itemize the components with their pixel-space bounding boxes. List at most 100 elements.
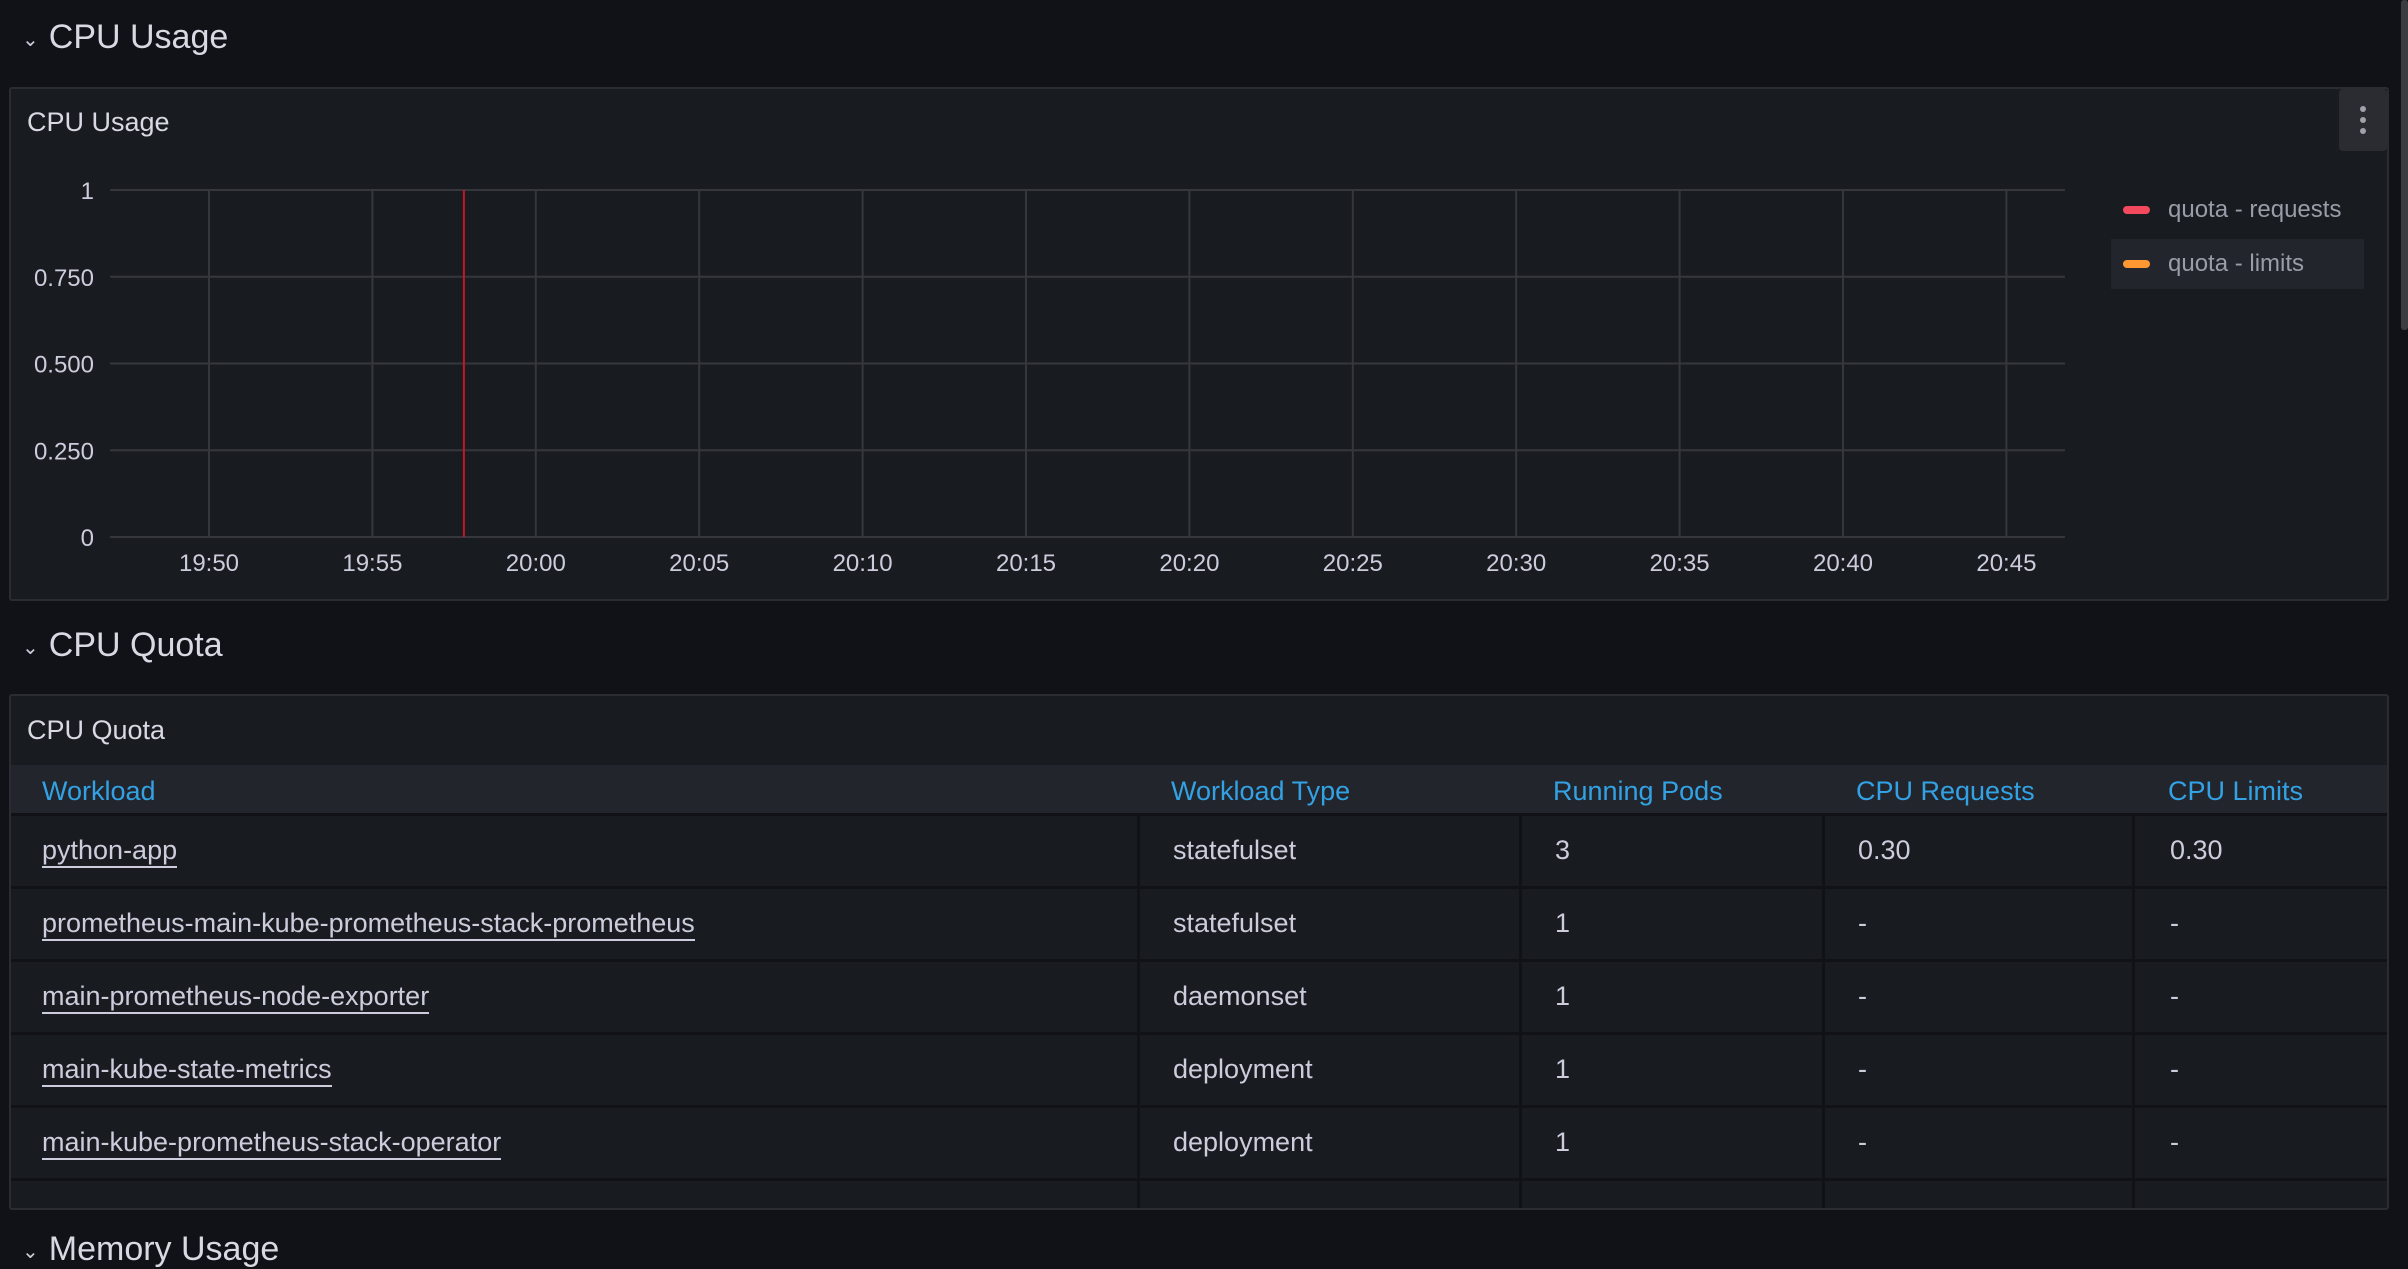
cell-cpu-requests: - [1858,981,1867,1011]
x-tick-label: 20:30 [1486,550,1546,577]
column-divider [1822,889,1825,959]
legend-label: quota - requests [2168,196,2342,223]
workload-link[interactable]: main-kube-state-metrics [42,1054,332,1087]
y-tick-label: 0.250 [34,438,94,465]
table-row: main-kube-state-metrics deployment 1 - - [11,1032,2387,1105]
cell-cpu-limits: 0.30 [2170,835,2223,865]
workload-link[interactable]: python-app [42,835,178,868]
cpu-quota-panel: CPU Quota Workload Workload Type Running… [9,694,2389,1210]
x-tick-label: 20:35 [1650,550,1710,577]
legend-swatch [2123,206,2150,214]
cell-cpu-limits: - [2170,1127,2179,1157]
column-divider [1519,1035,1522,1105]
y-tick-label: 0.750 [34,265,94,292]
cell-cpu-limits: - [2170,908,2179,938]
cell-running-pods: 1 [1555,908,1571,938]
row-header-memory-usage[interactable]: ⌄ Memory Usage [22,1230,279,1269]
column-divider [1519,816,1522,886]
cpu-usage-panel: CPU Usage 0 0.250 0.500 0.750 1 19:50 19:55 20:… [9,87,2389,601]
column-divider [1137,962,1140,1032]
cell-cpu-requests: - [1858,908,1867,938]
column-header-cpu-limits[interactable]: CPU Limits [2168,776,2303,807]
x-tick-label: 20:05 [669,550,729,577]
y-tick-label: 0.500 [34,352,94,379]
table-row-partial [11,1178,2387,1208]
cell-workload: python-app [42,835,178,868]
row-title: Memory Usage [48,1230,280,1268]
column-header-workload[interactable]: Workload [42,776,156,807]
column-divider [1822,962,1825,1032]
cell-workload-type: daemonset [1173,981,1307,1011]
cell-cpu-limits: - [2170,981,2179,1011]
column-divider [1822,1035,1825,1105]
workload-link[interactable]: main-prometheus-node-exporter [42,981,430,1014]
column-divider [1137,1108,1140,1178]
cell-workload: main-kube-prometheus-stack-operator [42,1127,502,1160]
cell-workload: main-kube-state-metrics [42,1054,332,1087]
cell-cpu-requests: 0.30 [1858,835,1911,865]
x-tick-label: 20:15 [996,550,1056,577]
cell-workload-type: statefulset [1173,835,1297,865]
column-divider [1137,1035,1140,1105]
cell-cpu-requests: - [1858,1054,1867,1084]
y-tick-label: 1 [81,178,94,205]
row-title: CPU Usage [48,18,229,56]
y-tick-label: 0 [81,525,94,552]
cell-workload: prometheus-main-kube-prometheus-stack-pr… [42,908,695,941]
column-header-cpu-requests[interactable]: CPU Requests [1856,776,2035,807]
cell-running-pods: 1 [1555,1127,1571,1157]
column-divider [2132,962,2135,1032]
column-header-workload-type[interactable]: Workload Type [1171,776,1350,807]
panel-menu-button[interactable] [2339,89,2387,151]
x-tick-label: 19:55 [342,550,402,577]
x-tick-label: 20:45 [1976,550,2036,577]
panel-title: CPU Quota [27,715,166,745]
x-tick-label: 20:20 [1159,550,1219,577]
workload-link[interactable]: main-kube-prometheus-stack-operator [42,1127,502,1160]
cell-workload: main-prometheus-node-exporter [42,981,430,1014]
legend-item-limits[interactable]: quota - limits [2111,239,2364,289]
column-divider [2132,889,2135,959]
legend-item-requests[interactable]: quota - requests [2117,185,2341,235]
column-divider [1822,816,1825,886]
table-row: python-app statefulset 3 0.30 0.30 [11,813,2387,886]
column-divider [2132,1035,2135,1105]
row-header-cpu-quota[interactable]: ⌄ CPU Quota [22,626,223,665]
chevron-down-icon: ⌄ [22,1241,39,1263]
chevron-down-icon: ⌄ [22,637,39,659]
table-row: prometheus-main-kube-prometheus-stack-pr… [11,886,2387,959]
column-divider [2132,1108,2135,1178]
page-scrollbar[interactable] [2401,0,2408,330]
workload-link[interactable]: prometheus-main-kube-prometheus-stack-pr… [42,908,695,941]
x-tick-label: 20:25 [1323,550,1383,577]
column-divider [1137,889,1140,959]
cell-running-pods: 1 [1555,981,1571,1011]
row-title: CPU Quota [48,626,223,664]
cell-running-pods: 3 [1555,835,1571,865]
column-divider [2132,816,2135,886]
cell-cpu-requests: - [1858,1127,1867,1157]
row-header-cpu-usage[interactable]: ⌄ CPU Usage [22,18,228,57]
table-header: Workload Workload Type Running Pods CPU … [11,765,2387,813]
x-tick-label: 19:50 [179,550,239,577]
table-row: main-prometheus-node-exporter daemonset 1 -… [11,959,2387,1032]
column-divider [1519,1108,1522,1178]
legend-swatch [2123,260,2150,268]
x-tick-label: 20:10 [833,550,893,577]
x-tick-label: 20:40 [1813,550,1873,577]
chevron-down-icon: ⌄ [22,29,39,51]
column-divider [1519,962,1522,1032]
legend-label: quota - limits [2168,250,2305,277]
kebab-menu-icon [2360,106,2366,134]
cell-cpu-limits: - [2170,1054,2179,1084]
cell-workload-type: deployment [1173,1054,1313,1084]
cell-running-pods: 1 [1555,1054,1571,1084]
column-divider [1519,889,1522,959]
column-divider [1137,816,1140,886]
table-row: main-kube-prometheus-stack-operator deplo… [11,1105,2387,1178]
x-tick-label: 20:00 [506,550,566,577]
cell-workload-type: statefulset [1173,908,1297,938]
column-divider [1822,1108,1825,1178]
column-header-running-pods[interactable]: Running Pods [1553,776,1723,807]
cpu-usage-chart: 0 0.250 0.500 0.750 1 19:50 19:55 20:00 20:05 20:… [34,178,2065,577]
